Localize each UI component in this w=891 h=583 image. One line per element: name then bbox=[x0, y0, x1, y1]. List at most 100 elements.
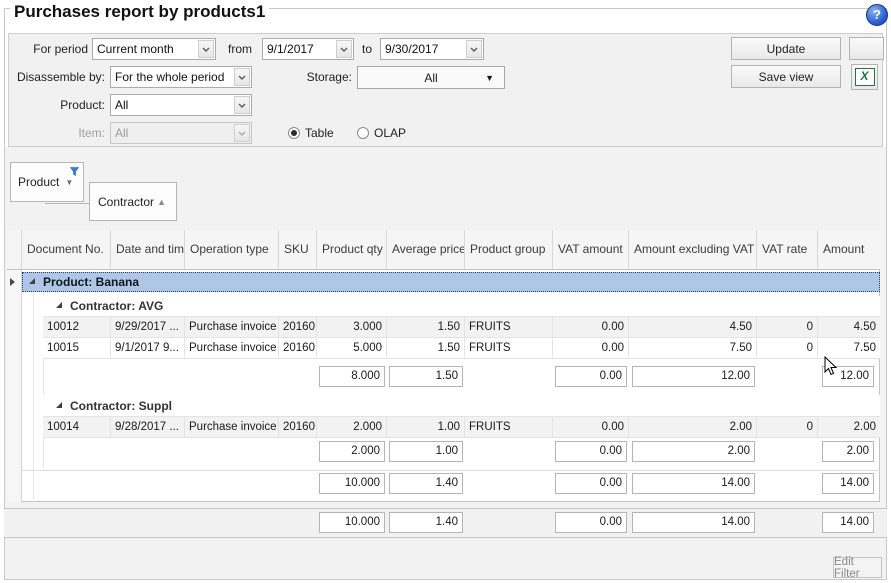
disassemble-select[interactable]: For the whole period bbox=[110, 66, 252, 88]
save-view-button[interactable]: Save view bbox=[731, 65, 841, 88]
cell[interactable]: 2.00 bbox=[629, 417, 757, 437]
olap-radio[interactable] bbox=[357, 127, 369, 139]
disassemble-value: For the whole period bbox=[115, 67, 233, 87]
group-divider bbox=[22, 470, 880, 471]
cell[interactable]: 3.000 bbox=[317, 317, 387, 337]
to-label: to bbox=[362, 38, 378, 60]
filter-funnel-icon[interactable] bbox=[70, 165, 79, 179]
product-summary-excl-vat: 14.00 bbox=[632, 473, 755, 494]
cell[interactable]: FRUITS bbox=[465, 338, 553, 358]
for-period-label: For period bbox=[30, 38, 88, 60]
column-header[interactable]: VAT amount bbox=[553, 230, 629, 269]
cell[interactable]: 0 bbox=[757, 417, 818, 437]
cell[interactable]: FRUITS bbox=[465, 417, 553, 437]
collapse-group-icon[interactable] bbox=[56, 302, 62, 308]
cell[interactable]: 0.00 bbox=[553, 338, 629, 358]
blank-button[interactable] bbox=[849, 37, 884, 60]
column-header[interactable]: Product qty bbox=[317, 230, 387, 269]
from-date-input[interactable]: 9/1/2017 bbox=[262, 38, 354, 60]
storage-select[interactable]: All ▼ bbox=[357, 66, 505, 89]
column-header[interactable]: Operation type bbox=[185, 230, 279, 269]
cell[interactable]: Purchase invoice bbox=[185, 417, 279, 437]
group-row-contractor-suppl[interactable]: Contractor: Suppl bbox=[43, 395, 880, 417]
grand-total-avg-price: 1.40 bbox=[389, 512, 463, 533]
group-row-product-banana[interactable]: Product: Banana bbox=[22, 272, 880, 292]
storage-value: All bbox=[424, 71, 437, 85]
cell[interactable]: 20160 bbox=[279, 417, 317, 437]
column-header[interactable]: Date and time bbox=[111, 230, 185, 269]
product-select[interactable]: All bbox=[110, 94, 252, 116]
group-connector-line bbox=[45, 203, 89, 204]
update-button[interactable]: Update bbox=[731, 37, 841, 60]
excel-icon: X bbox=[855, 68, 875, 86]
cell[interactable]: 9/28/2017 ... bbox=[111, 417, 185, 437]
column-header[interactable]: Amount bbox=[818, 230, 880, 269]
help-icon[interactable]: ? bbox=[866, 4, 888, 26]
table-row[interactable]: 10012 9/29/2017 ... Purchase invoice 201… bbox=[43, 317, 880, 338]
chevron-down-icon[interactable] bbox=[336, 40, 352, 58]
table-radio-label: Table bbox=[305, 122, 345, 144]
cell[interactable]: 0 bbox=[757, 317, 818, 337]
cell[interactable]: 4.50 bbox=[818, 317, 880, 337]
cell[interactable]: 20160 bbox=[279, 338, 317, 358]
pivot-field-contractor[interactable]: Contractor ▲ bbox=[89, 182, 177, 221]
to-date-input[interactable]: 9/30/2017 bbox=[380, 38, 484, 60]
cell[interactable]: 1.50 bbox=[387, 317, 465, 337]
cell[interactable]: 2.000 bbox=[317, 417, 387, 437]
column-header[interactable]: Document No. bbox=[22, 230, 111, 269]
item-filter-label: Item: bbox=[45, 122, 105, 144]
group-row-label: Contractor: Suppl bbox=[70, 399, 172, 413]
column-header[interactable]: VAT rate bbox=[757, 230, 818, 269]
group-row-contractor-avg[interactable]: Contractor: AVG bbox=[43, 296, 880, 317]
group-summary-qty: 8.000 bbox=[319, 366, 385, 387]
grand-total-qty: 10.000 bbox=[319, 512, 385, 533]
group-summary-qty: 2.000 bbox=[319, 441, 385, 462]
chevron-down-icon[interactable] bbox=[466, 40, 482, 58]
column-header[interactable]: Average price bbox=[387, 230, 465, 269]
pivot-field-product[interactable]: Product ▼ bbox=[10, 162, 84, 202]
mouse-cursor bbox=[824, 356, 837, 379]
cell[interactable]: 1.00 bbox=[387, 417, 465, 437]
chevron-down-icon[interactable] bbox=[234, 96, 250, 114]
group-summary-avg-price: 1.00 bbox=[389, 441, 463, 462]
cell[interactable]: FRUITS bbox=[465, 317, 553, 337]
cell[interactable]: 0 bbox=[757, 338, 818, 358]
group-row-label: Contractor: AVG bbox=[70, 299, 163, 313]
cell[interactable]: 7.50 bbox=[818, 338, 880, 358]
cell[interactable]: 4.50 bbox=[629, 317, 757, 337]
cell[interactable]: 5.000 bbox=[317, 338, 387, 358]
export-excel-button[interactable]: X bbox=[851, 64, 878, 90]
collapse-group-icon[interactable] bbox=[29, 278, 35, 284]
focused-row-arrow-icon bbox=[10, 278, 15, 286]
cell[interactable]: 2.00 bbox=[818, 417, 880, 437]
cell[interactable]: 1.50 bbox=[387, 338, 465, 358]
table-row[interactable]: 10015 9/1/2017 9... Purchase invoice 201… bbox=[43, 338, 880, 359]
column-header[interactable]: Amount excluding VAT bbox=[629, 230, 757, 269]
item-value: All bbox=[115, 123, 233, 143]
cell[interactable]: 7.50 bbox=[629, 338, 757, 358]
disassemble-label: Disassemble by: bbox=[15, 66, 105, 88]
table-radio[interactable] bbox=[288, 127, 300, 139]
cell[interactable]: 0.00 bbox=[553, 317, 629, 337]
chevron-down-icon[interactable] bbox=[198, 40, 214, 58]
cell[interactable]: 10015 bbox=[43, 338, 111, 358]
cell[interactable]: Purchase invoice bbox=[185, 338, 279, 358]
column-header[interactable]: Product group bbox=[465, 230, 553, 269]
cell[interactable]: Purchase invoice bbox=[185, 317, 279, 337]
cell[interactable]: 10014 bbox=[43, 417, 111, 437]
table-row[interactable]: 10014 9/28/2017 ... Purchase invoice 201… bbox=[43, 417, 880, 438]
cell[interactable]: 9/29/2017 ... bbox=[111, 317, 185, 337]
column-header[interactable]: SKU bbox=[279, 230, 317, 269]
product-filter-label: Product: bbox=[45, 94, 105, 116]
collapse-group-icon[interactable] bbox=[56, 402, 62, 408]
cell[interactable]: 0.00 bbox=[553, 417, 629, 437]
chevron-down-icon[interactable] bbox=[234, 68, 250, 86]
grand-total-excl-vat: 14.00 bbox=[632, 512, 755, 533]
row-indicator-column bbox=[7, 270, 22, 502]
cell[interactable]: 20160 bbox=[279, 317, 317, 337]
period-select[interactable]: Current month bbox=[92, 38, 216, 60]
cell[interactable]: 10012 bbox=[43, 317, 111, 337]
product-summary-amount: 14.00 bbox=[822, 473, 874, 494]
cell[interactable]: 9/1/2017 9... bbox=[111, 338, 185, 358]
edit-filter-button[interactable]: Edit Filter bbox=[833, 557, 882, 578]
